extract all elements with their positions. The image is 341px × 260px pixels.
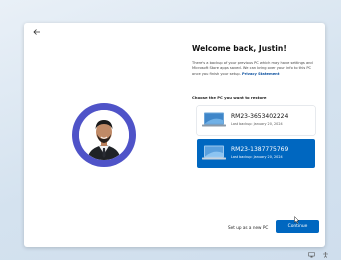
back-arrow-icon[interactable] bbox=[32, 27, 42, 37]
pc-name: RM23-3653402224 bbox=[231, 113, 289, 120]
description-text: There's a backup of your previous PC whi… bbox=[192, 61, 318, 77]
setup-new-pc-button[interactable]: Set up as a new PC bbox=[228, 225, 268, 230]
pc-option-2[interactable]: RM23-1387775769 Last backup: January 20,… bbox=[197, 139, 315, 168]
pc-last-backup: Last backup: January 20, 2024 bbox=[231, 122, 283, 126]
pc-name: RM23-1387775769 bbox=[231, 146, 289, 153]
accessibility-icon[interactable] bbox=[322, 252, 329, 258]
pc-last-backup: Last backup: January 20, 2024 bbox=[231, 155, 283, 159]
mouse-pointer-icon bbox=[294, 216, 300, 224]
avatar bbox=[79, 110, 129, 160]
privacy-statement-link[interactable]: Privacy Statement bbox=[242, 72, 279, 76]
network-icon[interactable] bbox=[308, 252, 315, 258]
oobe-card bbox=[24, 23, 325, 247]
pc-option-1[interactable]: RM23-3653402224 Last backup: January 20,… bbox=[197, 106, 315, 135]
page-title: Welcome back, Justin! bbox=[192, 44, 287, 53]
choose-pc-label: Choose the PC you want to restore bbox=[192, 95, 267, 100]
laptop-icon bbox=[202, 112, 226, 127]
laptop-icon bbox=[202, 145, 226, 160]
